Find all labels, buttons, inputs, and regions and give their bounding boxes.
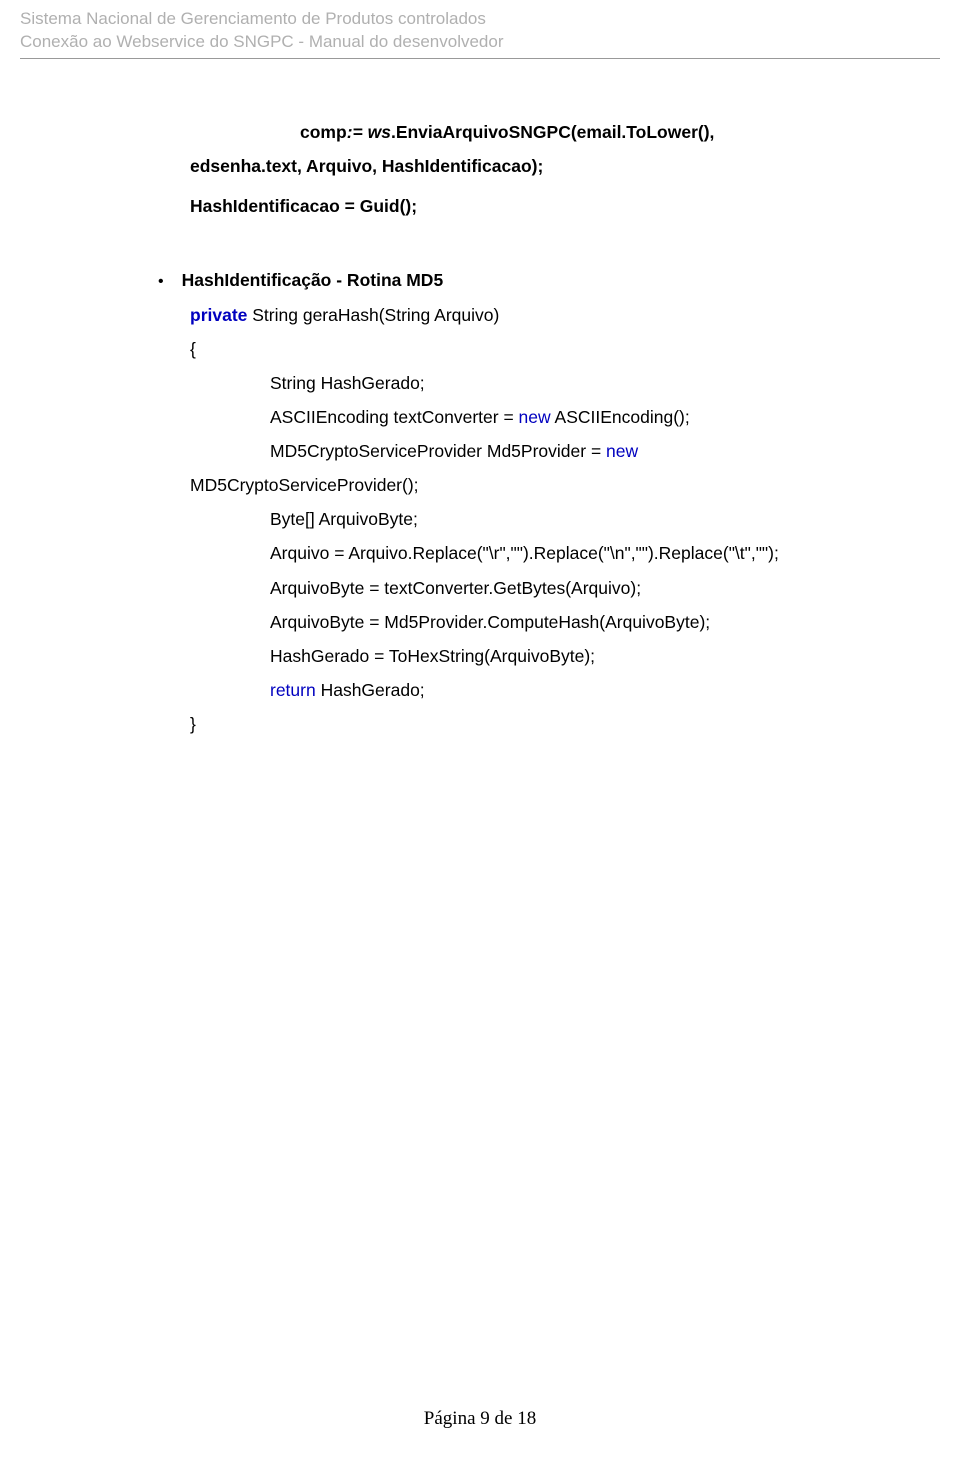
kw-new-2: new: [606, 441, 638, 461]
code-line-13: }: [190, 707, 860, 741]
code-line-12: return HashGerado;: [270, 673, 860, 707]
document-content: comp:= ws.EnviaArquivoSNGPC(email.ToLowe…: [110, 115, 860, 741]
code-line-10: ArquivoByte = Md5Provider.ComputeHash(Ar…: [270, 605, 860, 639]
kw-private: private: [190, 305, 247, 325]
code-line-3: String HashGerado;: [270, 366, 860, 400]
code-line-2: {: [190, 332, 860, 366]
bullet-item: • HashIdentificação - Rotina MD5: [158, 263, 860, 297]
code-l5a: MD5CryptoServiceProvider Md5Provider =: [270, 441, 606, 461]
page-footer: Página 9 de 18: [0, 1408, 960, 1430]
intro-prefix: comp: [300, 122, 347, 142]
intro-line-2: edsenha.text, Arquivo, HashIdentificacao…: [190, 149, 860, 183]
code-l4b: ASCIIEncoding();: [551, 407, 690, 427]
kw-new-1: new: [519, 407, 551, 427]
intro-line-3: HashIdentificacao = Guid();: [190, 189, 860, 223]
bullet-title: HashIdentificação - Rotina MD5: [182, 263, 444, 297]
header-line-2: Conexão ao Webservice do SNGPC - Manual …: [20, 31, 940, 54]
intro-rest: .EnviaArquivoSNGPC(email.ToLower(),: [391, 122, 714, 142]
code-l4a: ASCIIEncoding textConverter =: [270, 407, 519, 427]
header-line-1: Sistema Nacional de Gerenciamento de Pro…: [20, 8, 940, 31]
intro-line-1: comp:= ws.EnviaArquivoSNGPC(email.ToLowe…: [300, 115, 860, 149]
code-line-4: ASCIIEncoding textConverter = new ASCIIE…: [270, 400, 860, 434]
code-l12-rest: HashGerado;: [316, 680, 425, 700]
code-line-11: HashGerado = ToHexString(ArquivoByte);: [270, 639, 860, 673]
code-line-8: Arquivo = Arquivo.Replace("\r","").Repla…: [270, 536, 860, 570]
code-l1-rest: String geraHash(String Arquivo): [247, 305, 499, 325]
code-line-1: private String geraHash(String Arquivo): [190, 298, 860, 332]
document-header: Sistema Nacional de Gerenciamento de Pro…: [20, 8, 940, 59]
intro-italic: := ws: [347, 122, 391, 142]
code-line-6: MD5CryptoServiceProvider();: [190, 468, 860, 502]
code-line-9: ArquivoByte = textConverter.GetBytes(Arq…: [270, 571, 860, 605]
bullet-dot-icon: •: [158, 266, 164, 297]
code-line-7: Byte[] ArquivoByte;: [270, 502, 860, 536]
header-rule: [20, 58, 940, 59]
code-line-5: MD5CryptoServiceProvider Md5Provider = n…: [270, 434, 860, 468]
kw-return: return: [270, 680, 316, 700]
